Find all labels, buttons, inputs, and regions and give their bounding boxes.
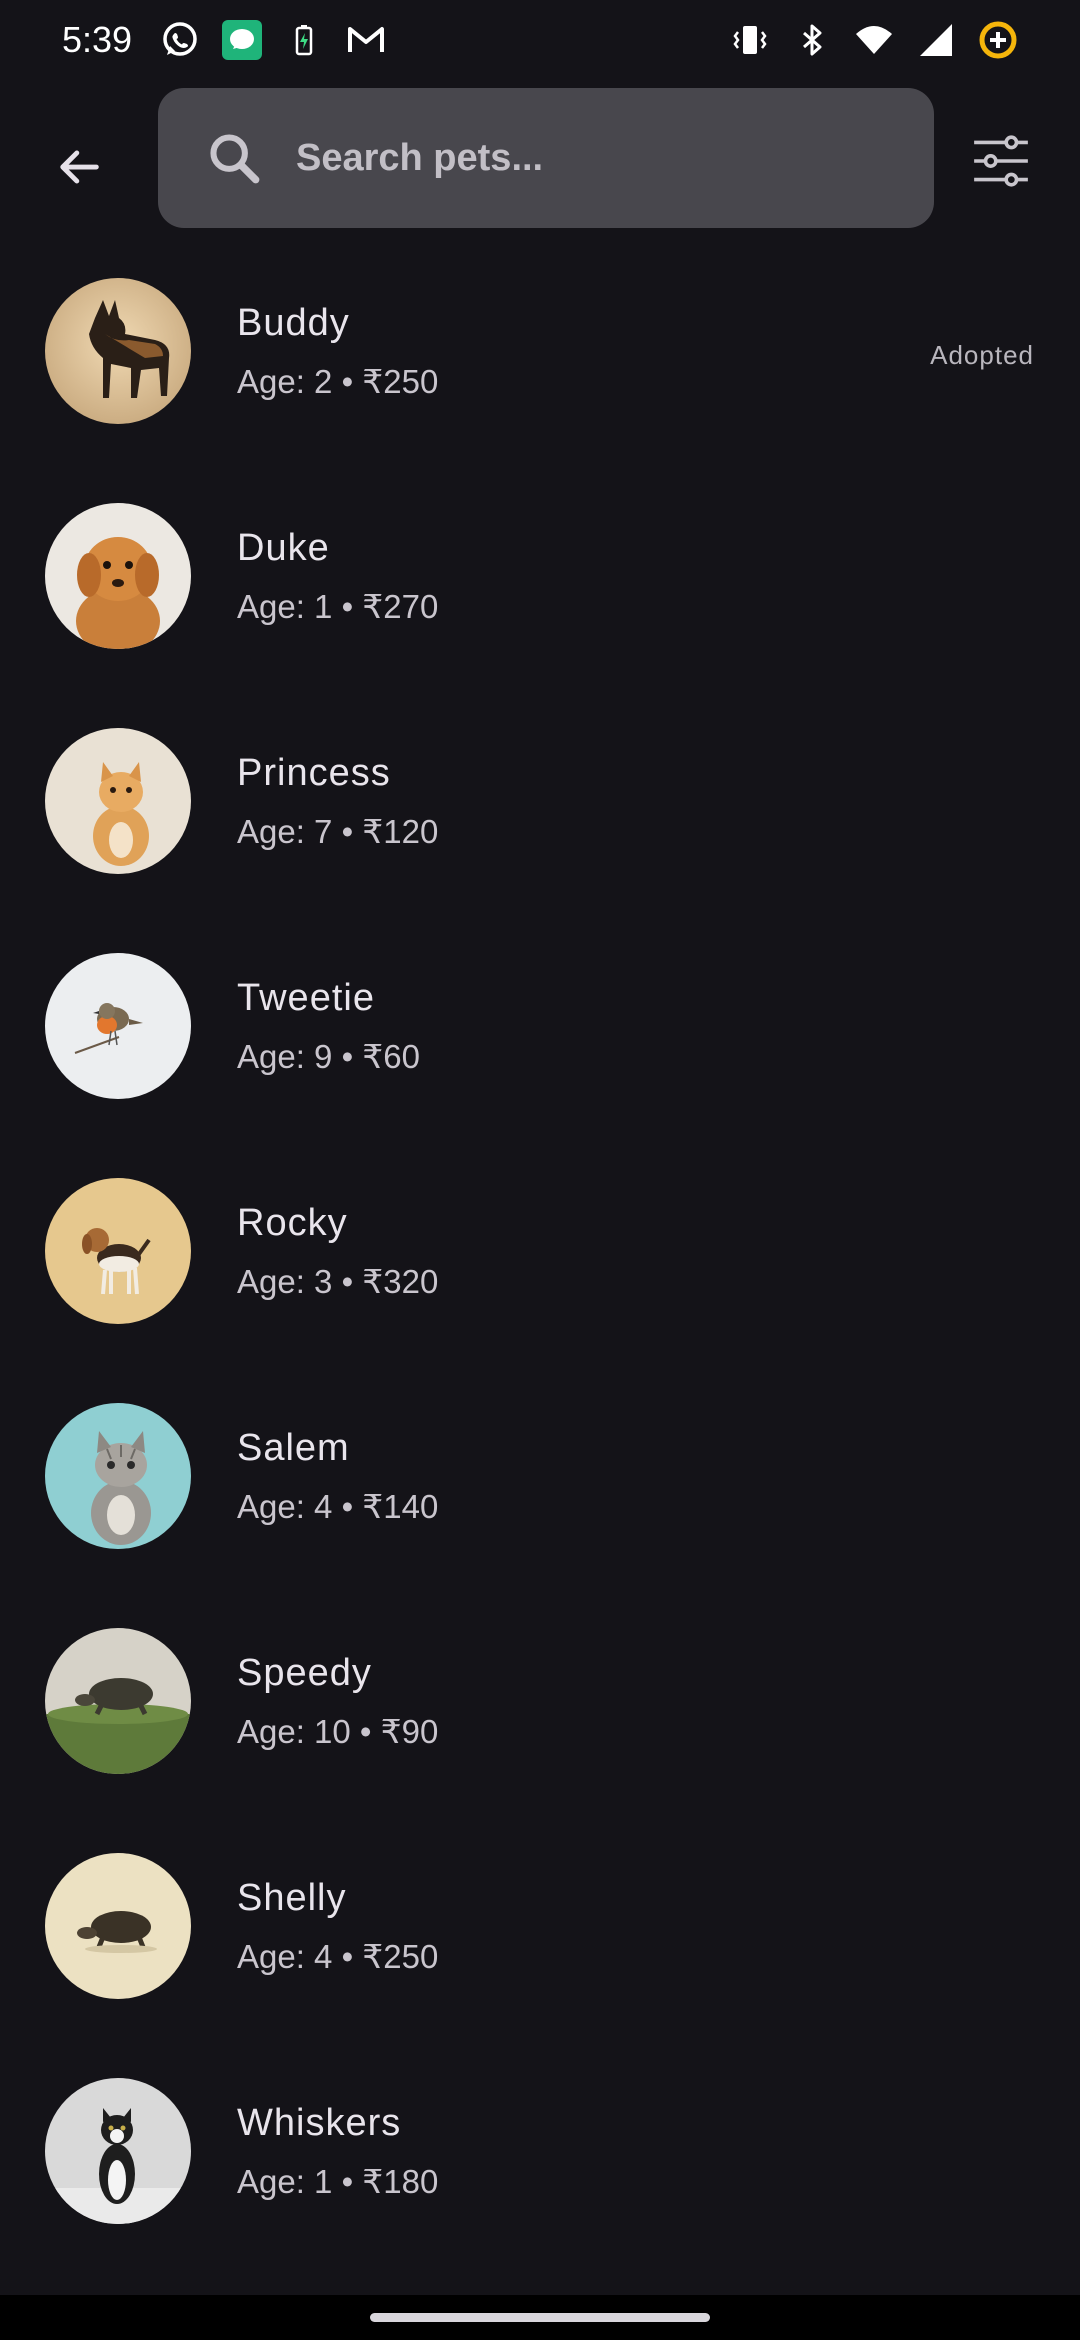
messages-icon (222, 20, 263, 60)
vibrate-icon (730, 20, 770, 60)
adoption-status-label: Adopted (930, 340, 1034, 370)
tune-filter-icon (974, 135, 1028, 187)
signal-icon (916, 20, 956, 60)
grey-tabby-kitten-photo (45, 1403, 191, 1549)
pet-list-item[interactable]: Speedy Age: 10 • ₹90 (0, 1610, 1080, 1835)
status-bar: 5:39 (0, 0, 1080, 80)
pet-age-price: Age: 7 • ₹120 (237, 813, 439, 850)
search-bar[interactable] (158, 88, 934, 228)
pet-name: Rocky (237, 1202, 348, 1244)
pet-age-price: Age: 10 • ₹90 (237, 1713, 439, 1750)
pet-avatar (45, 1403, 191, 1549)
pet-age-price: Age: 1 • ₹180 (237, 2163, 439, 2200)
pet-avatar (45, 728, 191, 874)
pet-age-price: Age: 3 • ₹320 (237, 1263, 439, 1300)
orange-kitten-photo (45, 728, 191, 874)
german-shepherd-photo (45, 278, 191, 424)
home-gesture-handle[interactable] (370, 2313, 710, 2322)
top-app-bar (0, 88, 1080, 230)
pet-list-item[interactable]: Rocky Age: 3 • ₹320 (0, 1160, 1080, 1385)
pet-avatar (45, 1178, 191, 1324)
pet-age-price: Age: 4 • ₹250 (237, 1938, 439, 1975)
beagle-photo (45, 1178, 191, 1324)
pet-avatar (45, 2078, 191, 2224)
pet-avatar (45, 503, 191, 649)
data-saver-icon (978, 20, 1018, 60)
pet-avatar (45, 953, 191, 1099)
battery-saver-icon (284, 20, 324, 60)
pet-list-item[interactable]: Princess Age: 7 • ₹120 (0, 710, 1080, 935)
search-input[interactable] (294, 135, 838, 181)
robin-bird-photo (45, 953, 191, 1099)
pet-list-item[interactable]: Salem Age: 4 • ₹140 (0, 1385, 1080, 1610)
pet-list: Buddy Age: 2 • ₹250 Adopted Duke Age: 1 … (0, 260, 1080, 2285)
pet-name: Tweetie (237, 977, 375, 1019)
pet-avatar (45, 1853, 191, 1999)
tuxedo-cat-photo (45, 2078, 191, 2224)
pet-list-item[interactable]: Shelly Age: 4 • ₹250 (0, 1835, 1080, 2060)
filter-button[interactable] (966, 126, 1036, 196)
tortoise-photo (45, 1853, 191, 1999)
pet-name: Buddy (237, 302, 350, 344)
pet-age-price: Age: 4 • ₹140 (237, 1488, 439, 1525)
status-left: 5:39 (62, 19, 386, 61)
pet-list-item[interactable]: Whiskers Age: 1 • ₹180 (0, 2060, 1080, 2285)
pet-name: Princess (237, 752, 391, 794)
pet-name: Speedy (237, 1652, 372, 1694)
pet-name: Duke (237, 527, 330, 569)
golden-puppy-photo (45, 503, 191, 649)
navigation-bar (0, 2295, 1080, 2340)
pet-list-item[interactable]: Duke Age: 1 • ₹270 (0, 485, 1080, 710)
pet-list-item[interactable]: Tweetie Age: 9 • ₹60 (0, 935, 1080, 1160)
pet-avatar (45, 278, 191, 424)
wifi-icon (854, 20, 894, 60)
pet-avatar (45, 1628, 191, 1774)
bluetooth-icon (792, 20, 832, 60)
pet-age-price: Age: 2 • ₹250 (237, 363, 439, 400)
pet-name: Shelly (237, 1877, 347, 1919)
pet-age-price: Age: 9 • ₹60 (237, 1038, 420, 1075)
status-right (730, 20, 1018, 60)
pet-age-price: Age: 1 • ₹270 (237, 588, 439, 625)
pet-name: Whiskers (237, 2102, 402, 2144)
pet-name: Salem (237, 1427, 350, 1469)
status-time: 5:39 (62, 19, 133, 60)
pet-list-item[interactable]: Buddy Age: 2 • ₹250 Adopted (0, 260, 1080, 485)
search-icon (204, 128, 264, 188)
arrow-back-icon (60, 150, 99, 184)
whatsapp-icon (160, 20, 200, 60)
turtle-on-grass-photo (45, 1628, 191, 1774)
back-button[interactable] (38, 126, 120, 208)
gmail-icon (346, 20, 386, 60)
